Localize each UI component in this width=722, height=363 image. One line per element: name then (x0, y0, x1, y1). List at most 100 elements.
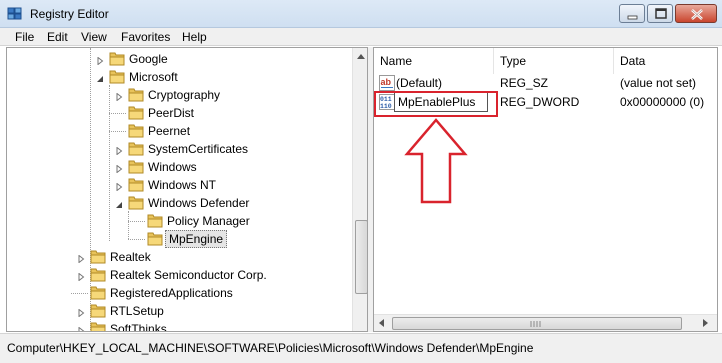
tree-scroll-thumb[interactable] (355, 220, 367, 294)
folder-icon (128, 87, 144, 102)
tree-node[interactable]: MpEngine (7, 230, 347, 248)
collapsed-arrow-icon[interactable] (115, 162, 123, 174)
collapsed-arrow-icon[interactable] (115, 144, 123, 156)
tree-node[interactable]: Google (7, 50, 347, 68)
tree-node-label: Google (129, 52, 168, 66)
folder-icon (128, 123, 144, 138)
value-data: 0x00000000 (0) (620, 95, 705, 109)
maximize-button[interactable] (647, 4, 673, 23)
folder-icon (147, 231, 163, 246)
registry-value-list[interactable]: Name Type Data ab (Default) REG_SZ (valu… (373, 47, 718, 332)
tree-node-label: SoftThinks (110, 322, 167, 332)
tree-node[interactable]: Realtek (7, 248, 347, 266)
tree-connector (71, 293, 88, 294)
tree-connector (128, 221, 145, 222)
tree-node[interactable]: SystemCertificates (7, 140, 347, 158)
scroll-right-icon[interactable] (703, 319, 708, 327)
scroll-grip-icon (530, 321, 541, 327)
expanded-arrow-icon[interactable] (96, 72, 104, 82)
folder-icon (90, 249, 106, 264)
open-folder-icon (128, 195, 144, 210)
column-header-data[interactable]: Data (614, 48, 717, 74)
list-horizontal-scrollbar[interactable] (374, 314, 717, 331)
folder-icon (90, 303, 106, 318)
menu-favorites[interactable]: Favorites (121, 30, 170, 44)
folder-icon (128, 177, 144, 192)
tree-node[interactable]: Cryptography (7, 86, 347, 104)
scroll-left-icon[interactable] (379, 319, 384, 327)
folder-icon (128, 141, 144, 156)
collapsed-arrow-icon[interactable] (115, 90, 123, 102)
tree-node-label: Windows Defender (148, 196, 250, 210)
collapsed-arrow-icon[interactable] (77, 324, 85, 331)
registry-key-tree[interactable]: Google Microsoft Cryptography PeerDist Peern… (6, 47, 368, 332)
tree-node-label: PeerDist (148, 106, 195, 120)
minimize-icon (627, 15, 638, 20)
column-header-type[interactable]: Type (494, 48, 614, 74)
tree-node[interactable]: Microsoft (7, 68, 347, 86)
collapsed-arrow-icon[interactable] (115, 180, 123, 192)
close-button[interactable] (675, 4, 717, 23)
tree-node-label: Windows NT (148, 178, 217, 192)
collapsed-arrow-icon[interactable] (77, 270, 85, 282)
tree-node[interactable]: Windows (7, 158, 347, 176)
value-row-mpenableplus[interactable]: 011 110 REG_DWORD 0x00000000 (0) (374, 92, 717, 112)
tree-node[interactable]: Windows NT (7, 176, 347, 194)
rename-value-input[interactable] (394, 92, 488, 112)
collapsed-arrow-icon[interactable] (77, 252, 85, 264)
open-folder-icon (109, 69, 125, 84)
tree-connector (109, 113, 126, 114)
tree-node[interactable]: Windows Defender (7, 194, 347, 212)
tree-node-label: Peernet (148, 124, 191, 138)
tree-node-label: RegisteredApplications (110, 286, 233, 300)
value-data: (value not set) (620, 76, 697, 90)
string-value-icon: ab (379, 75, 395, 91)
status-bar: Computer\HKEY_LOCAL_MACHINE\SOFTWARE\Pol… (0, 333, 722, 363)
title-bar: Registry Editor (0, 0, 722, 28)
collapsed-arrow-icon[interactable] (96, 54, 104, 66)
folder-icon (147, 213, 163, 228)
up-arrow-annotation-icon (404, 118, 468, 204)
svg-text:ab: ab (381, 77, 392, 87)
folder-icon (90, 267, 106, 282)
minimize-button[interactable] (619, 4, 645, 23)
tree-node[interactable]: Peernet (7, 122, 347, 140)
value-type: REG_SZ (500, 76, 549, 90)
tree-node[interactable]: Realtek Semiconductor Corp. (7, 266, 347, 284)
tree-node[interactable]: RegisteredApplications (7, 284, 347, 302)
tree-connector (109, 131, 126, 132)
list-scroll-thumb[interactable] (392, 317, 682, 330)
menu-file[interactable]: File (15, 30, 34, 44)
tree-node-label: Cryptography (148, 88, 221, 102)
folder-icon (90, 285, 106, 300)
menu-help[interactable]: Help (182, 30, 207, 44)
column-header-name[interactable]: Name (374, 48, 494, 74)
menu-edit[interactable]: Edit (47, 30, 68, 44)
tree-node[interactable]: RTLSetup (7, 302, 347, 320)
svg-text:011: 011 (380, 96, 392, 103)
folder-icon (109, 51, 125, 66)
scroll-up-icon[interactable] (357, 54, 365, 59)
menu-bar: File Edit View Favorites Help (0, 28, 722, 46)
tree-node-label: Policy Manager (167, 214, 250, 228)
tree-vertical-scrollbar[interactable] (352, 48, 367, 331)
folder-icon (90, 321, 106, 331)
binary-value-icon: 011 110 (379, 94, 395, 110)
tree-node-label: Realtek (110, 250, 151, 264)
tree-node-label: MpEngine (165, 230, 228, 248)
current-key-path: Computer\HKEY_LOCAL_MACHINE\SOFTWARE\Pol… (7, 341, 534, 355)
tree-node[interactable]: SoftThinks (7, 320, 347, 332)
value-row-default[interactable]: ab (Default) REG_SZ (value not set) (374, 74, 717, 92)
tree-node-label: Microsoft (129, 70, 178, 84)
close-icon (691, 9, 703, 20)
tree-node[interactable]: PeerDist (7, 104, 347, 122)
value-type: REG_DWORD (500, 95, 580, 109)
tree-node-label: RTLSetup (110, 304, 164, 318)
expanded-arrow-icon[interactable] (115, 198, 123, 208)
tree-node[interactable]: Policy Manager (7, 212, 347, 230)
menu-view[interactable]: View (81, 30, 107, 44)
tree-node-label: Windows (148, 160, 197, 174)
collapsed-arrow-icon[interactable] (77, 306, 85, 318)
svg-text:110: 110 (380, 103, 392, 110)
registry-editor-icon (7, 6, 23, 22)
